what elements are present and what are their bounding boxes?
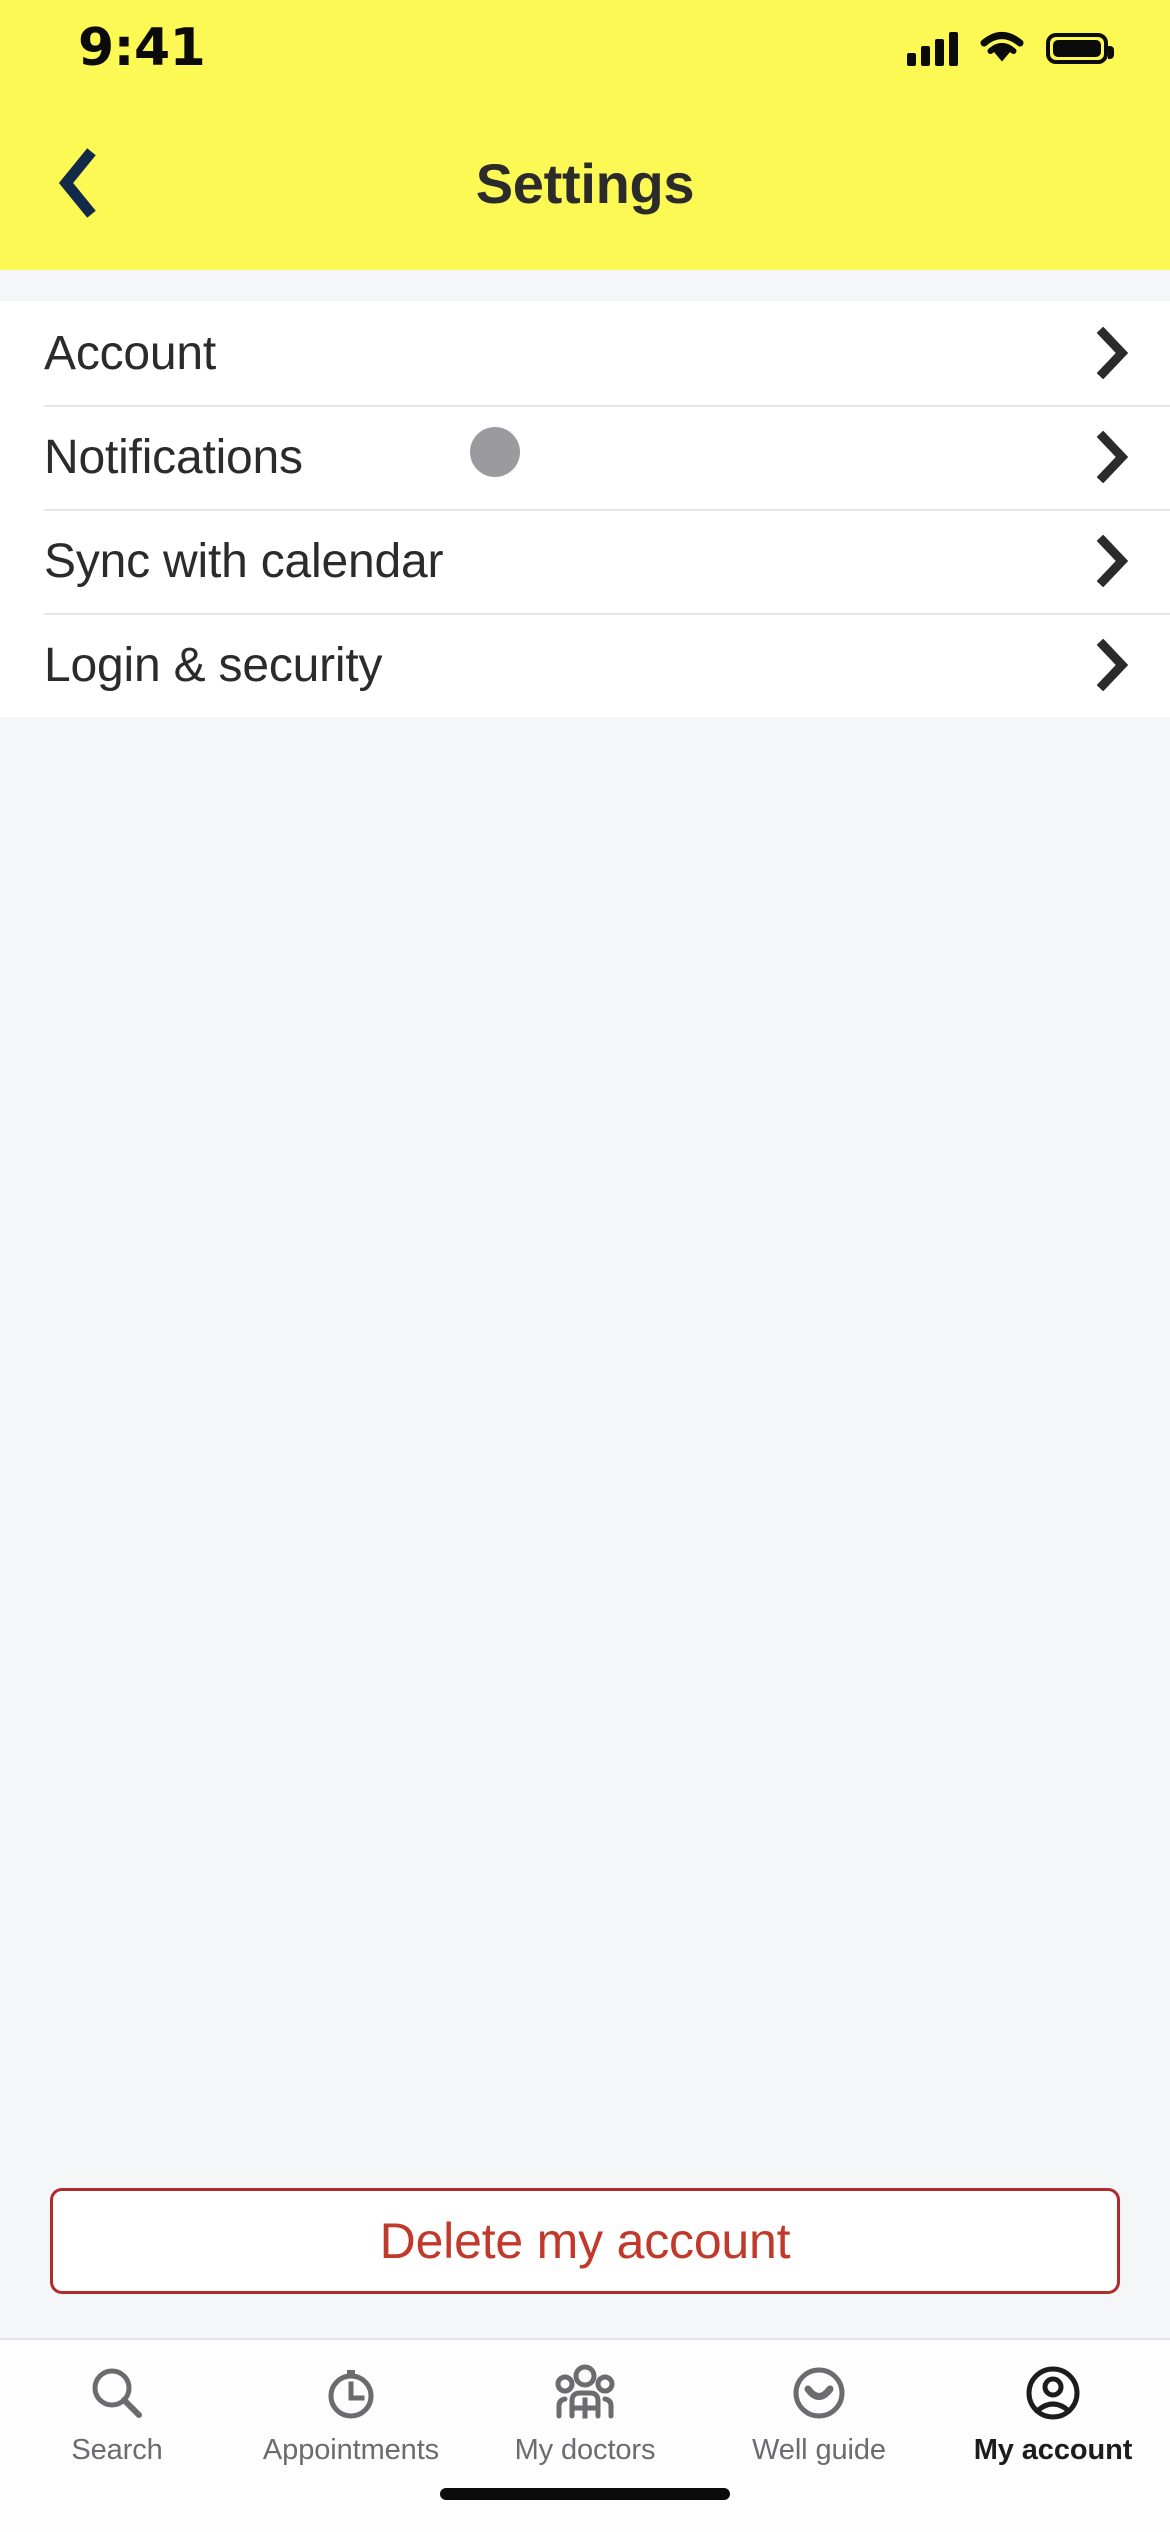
navigation-bar: Settings [0,96,1170,270]
battery-full-icon [1046,32,1114,64]
tab-label: Search [71,2434,163,2466]
tab-label: Well guide [752,2434,886,2466]
phone-screen: 9:41 Settings Account Notifications Sync… [0,0,1170,2532]
status-bar-time: 9:41 [78,18,206,78]
settings-list: Account Notifications Sync with calendar… [0,301,1170,717]
tab-my-account[interactable]: My account [936,2362,1170,2467]
cellular-signal-icon [907,30,958,66]
settings-row-label: Notifications [44,430,303,484]
search-icon [88,2362,146,2424]
content-top-spacer [0,270,1170,301]
back-button[interactable] [30,135,126,231]
home-indicator-area [0,2488,1170,2532]
settings-row-label: Sync with calendar [44,534,444,588]
tab-label: Appointments [262,2434,440,2466]
delete-account-section: Delete my account [0,2188,1170,2338]
clock-icon [322,2362,380,2424]
tab-appointments[interactable]: Appointments [234,2362,468,2467]
home-indicator[interactable] [440,2488,730,2500]
bottom-tab-bar: Search Appointments My doctors Well guid… [0,2338,1170,2488]
notification-badge-dot [470,427,520,477]
delete-my-account-label: Delete my account [379,2213,791,2269]
chevron-right-icon [1090,639,1134,691]
tab-well-guide[interactable]: Well guide [702,2362,936,2467]
settings-row-label: Account [44,326,217,380]
tab-my-doctors[interactable]: My doctors [468,2362,702,2467]
status-bar-icons [907,30,1114,66]
settings-row-label: Login & security [44,638,383,692]
chevron-right-icon [1090,431,1134,483]
status-bar: 9:41 [0,0,1170,96]
wifi-icon [980,32,1024,62]
delete-my-account-button[interactable]: Delete my account [50,2188,1120,2294]
tab-label: My doctors [514,2434,656,2466]
settings-row-login-and-security[interactable]: Login & security [0,613,1170,717]
settings-row-sync-with-calendar[interactable]: Sync with calendar [0,509,1170,613]
tab-label: My account [973,2434,1133,2466]
empty-space [0,717,1170,2188]
page-title: Settings [475,151,695,215]
chevron-right-icon [1090,535,1134,587]
doctors-group-icon [551,2362,619,2424]
settings-row-account[interactable]: Account [0,301,1170,405]
smiley-face-icon [790,2362,848,2424]
settings-row-notifications[interactable]: Notifications [0,405,1170,509]
chevron-right-icon [1090,327,1134,379]
page-content: Account Notifications Sync with calendar… [0,270,1170,2338]
chevron-left-icon [58,148,96,218]
app-header: 9:41 Settings [0,0,1170,270]
user-circle-icon [1024,2362,1082,2424]
tab-search[interactable]: Search [0,2362,234,2467]
